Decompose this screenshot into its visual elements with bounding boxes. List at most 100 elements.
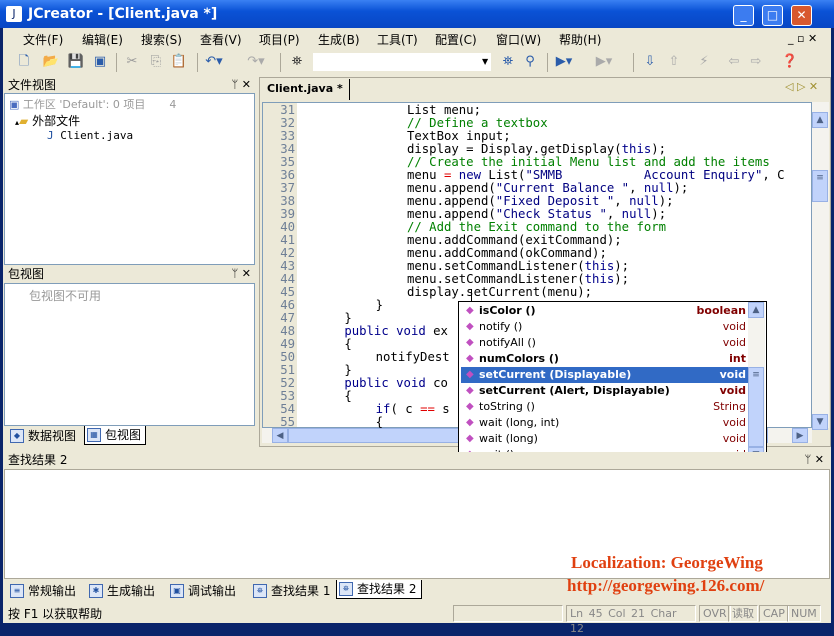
code-token: "Current Balance ": [495, 181, 630, 195]
tab-data-view[interactable]: ◆ 数据视图: [8, 427, 76, 446]
vertical-scrollbar[interactable]: ▲ ≡ ▼: [812, 102, 829, 430]
tab-general-output[interactable]: ≡ 常规输出: [8, 582, 76, 601]
toggle-icon[interactable]: ⚡: [694, 53, 714, 71]
pin-close-icons[interactable]: ᛘ ✕: [232, 77, 251, 93]
search-combo[interactable]: [313, 53, 491, 71]
code-token: ( c: [390, 402, 421, 416]
status-read: 读取: [728, 605, 758, 622]
autocomplete-item[interactable]: ◆ isColor () boolean: [461, 303, 748, 319]
status-cap: CAP: [759, 605, 789, 622]
back-icon[interactable]: ⇦: [724, 53, 744, 71]
return-type: void: [719, 384, 746, 397]
help-icon[interactable]: ❓: [780, 53, 800, 71]
pin-close-icons[interactable]: ᛘ ✕: [232, 266, 251, 282]
tab-find-results-2[interactable]: ⛯ 查找结果 2: [336, 580, 422, 599]
output-panel[interactable]: Localization: GeorgeWing: [4, 469, 830, 579]
find-in-files-icon[interactable]: ⛯: [498, 53, 518, 71]
menu-file[interactable]: 文件(F): [23, 31, 63, 48]
code-token: {: [344, 337, 352, 351]
menu-window[interactable]: 窗口(W): [496, 31, 541, 48]
tab-package-view[interactable]: ▦ 包视图: [84, 426, 146, 445]
code-token: ,: [614, 194, 630, 208]
method-name: setCurrent (Alert, Displayable): [479, 384, 670, 397]
autocomplete-item[interactable]: ◆ wait (long) void: [461, 431, 748, 447]
code-token: }: [375, 298, 384, 312]
pin-close-icons[interactable]: ᛘ ✕: [805, 452, 824, 468]
close-button[interactable]: ✕: [791, 5, 812, 26]
code-token: // Create the initial Menu list and add …: [406, 155, 770, 169]
redo-icon[interactable]: ↷▾: [246, 53, 266, 71]
cut-icon[interactable]: ✂: [122, 53, 142, 71]
code-line: if( c == s: [376, 403, 450, 416]
autocomplete-item[interactable]: ◆ numColors () int: [461, 351, 748, 367]
method-icon: ◆: [466, 433, 474, 444]
autocomplete-item[interactable]: ◆ toString () String: [461, 399, 748, 415]
method-icon: ◆: [466, 321, 474, 332]
code-line: {: [344, 338, 351, 351]
code-token: this: [621, 142, 652, 156]
code-token: ,: [629, 181, 644, 195]
return-type: void: [719, 368, 746, 381]
watermark-line2: http://georgewing.126.com/: [567, 576, 765, 595]
chevron-down-icon[interactable]: ▼: [482, 57, 488, 66]
code-token: display.setCurrent(menu);: [406, 285, 593, 299]
folder-node[interactable]: ▴▰ 外部文件: [15, 112, 80, 129]
menu-configure[interactable]: 配置(C): [435, 31, 477, 48]
window-title: JCreator - [Client.java *]: [28, 6, 218, 22]
package-view: 包视图不可用: [4, 283, 255, 426]
method-icon: ◆: [466, 401, 474, 412]
menu-view[interactable]: 查看(V): [200, 31, 242, 48]
run-icon[interactable]: ▶▾: [554, 53, 574, 71]
package-view-message: 包视图不可用: [29, 289, 102, 303]
workspace-node[interactable]: ▣ 工作区 'Default': 0 项目 4: [9, 96, 176, 112]
find-icon[interactable]: ⛯: [287, 53, 307, 71]
code-token: , C: [762, 168, 785, 182]
paste-icon[interactable]: 📋: [169, 53, 189, 71]
code-token: null: [643, 181, 674, 195]
save-icon[interactable]: 💾: [66, 53, 86, 71]
tab-nav-icons[interactable]: ◁ ▷ ✕: [785, 80, 818, 93]
open-icon[interactable]: 📂: [41, 53, 61, 71]
menu-build[interactable]: 生成(B): [318, 31, 360, 48]
code-token: menu.addCommand(okCommand);: [406, 246, 607, 260]
code-token: TextBox input;: [406, 129, 511, 143]
autocomplete-item[interactable]: ◆ setCurrent (Displayable) void: [461, 367, 748, 383]
step-out-icon[interactable]: ⇧: [664, 53, 684, 71]
autocomplete-item[interactable]: ◆ setCurrent (Alert, Displayable) void: [461, 383, 748, 399]
copy-icon[interactable]: ⎘: [146, 53, 166, 71]
method-name: toString (): [479, 400, 535, 413]
tab-client-java[interactable]: Client.java *: [261, 79, 350, 100]
code-token: menu.setCommandListener(: [406, 259, 585, 273]
tab-find-results-1[interactable]: ⛯ 查找结果 1: [251, 582, 330, 601]
menu-tools[interactable]: 工具(T): [377, 31, 418, 48]
autocomplete-item[interactable]: ◆ notifyAll () void: [461, 335, 748, 351]
step-into-icon[interactable]: ⇩: [640, 53, 660, 71]
replace-icon[interactable]: ⚲: [520, 53, 540, 71]
menu-help[interactable]: 帮助(H): [559, 31, 601, 48]
maximize-button[interactable]: □: [762, 5, 783, 26]
autocomplete-item[interactable]: ◆ notify () void: [461, 319, 748, 335]
menu-edit[interactable]: 编辑(E): [82, 31, 123, 48]
new-file-icon[interactable]: 🗋: [14, 53, 34, 71]
code-token: }: [344, 363, 352, 377]
method-name: notifyAll (): [479, 336, 536, 349]
tab-debug-output[interactable]: ▣ 调试输出: [168, 582, 236, 601]
method-icon: ◆: [466, 305, 474, 316]
autocomplete-item[interactable]: ◆ wait (long, int) void: [461, 415, 748, 431]
code-token: public void: [344, 324, 426, 338]
file-node[interactable]: J Client.java: [47, 129, 133, 142]
package-view-header: 包视图 ᛘ ✕: [4, 266, 255, 282]
mdi-controls[interactable]: _ ▫ ✕: [788, 32, 817, 45]
minimize-button[interactable]: _: [733, 5, 754, 26]
menu-project[interactable]: 项目(P): [259, 31, 300, 48]
return-type: boolean: [696, 304, 746, 317]
tab-build-output[interactable]: ✱ 生成输出: [87, 582, 155, 601]
menu-search[interactable]: 搜索(S): [141, 31, 182, 48]
popup-scrollbar[interactable]: ▲ ≡ ▼: [748, 302, 765, 464]
undo-icon[interactable]: ↶▾: [204, 53, 224, 71]
code-token: // Define a textbox: [406, 116, 548, 130]
forward-icon[interactable]: ⇨: [746, 53, 766, 71]
debug-icon[interactable]: ▶▾: [594, 53, 614, 71]
save-all-icon[interactable]: ▣: [90, 53, 110, 71]
